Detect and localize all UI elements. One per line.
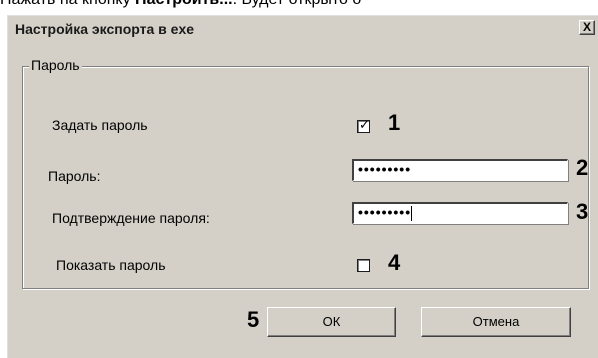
text-caret: [411, 205, 413, 221]
show-password-checkbox[interactable]: [357, 259, 370, 272]
confirm-password-label: Подтверждение пароля:: [52, 210, 210, 226]
close-button[interactable]: X: [579, 20, 595, 35]
show-password-label: Показать пароль: [56, 257, 166, 273]
check-icon: ✓: [359, 117, 370, 132]
doc-text-line: Нажать на кнопку Настроить.... Будет отк…: [0, 0, 598, 15]
callout-3: 3: [576, 199, 589, 224]
confirm-password-field[interactable]: •••••••••: [352, 202, 568, 224]
doc-text-bold: Настроить...: [135, 0, 233, 8]
ok-button[interactable]: ОК: [267, 307, 396, 337]
callout-5: 5: [247, 307, 260, 332]
dialog-titlebar: Настройка экспорта в exe X: [9, 17, 598, 42]
callout-4: 4: [388, 250, 401, 275]
doc-text-prefix: Нажать на кнопку: [0, 0, 135, 8]
cancel-button[interactable]: Отмена: [421, 307, 571, 337]
password-label: Пароль:: [48, 168, 101, 184]
set-password-checkbox[interactable]: ✓: [357, 117, 370, 133]
callout-2: 2: [576, 155, 589, 180]
dialog-title: Настройка экспорта в exe: [15, 21, 195, 37]
doc-text-suffix: . Будет открыто о: [233, 0, 362, 8]
set-password-label: Задать пароль: [52, 117, 148, 133]
confirm-password-value: •••••••••: [358, 204, 412, 220]
callout-1: 1: [388, 110, 401, 135]
password-field[interactable]: •••••••••: [352, 159, 568, 181]
password-group-label: Пароль: [29, 57, 82, 73]
